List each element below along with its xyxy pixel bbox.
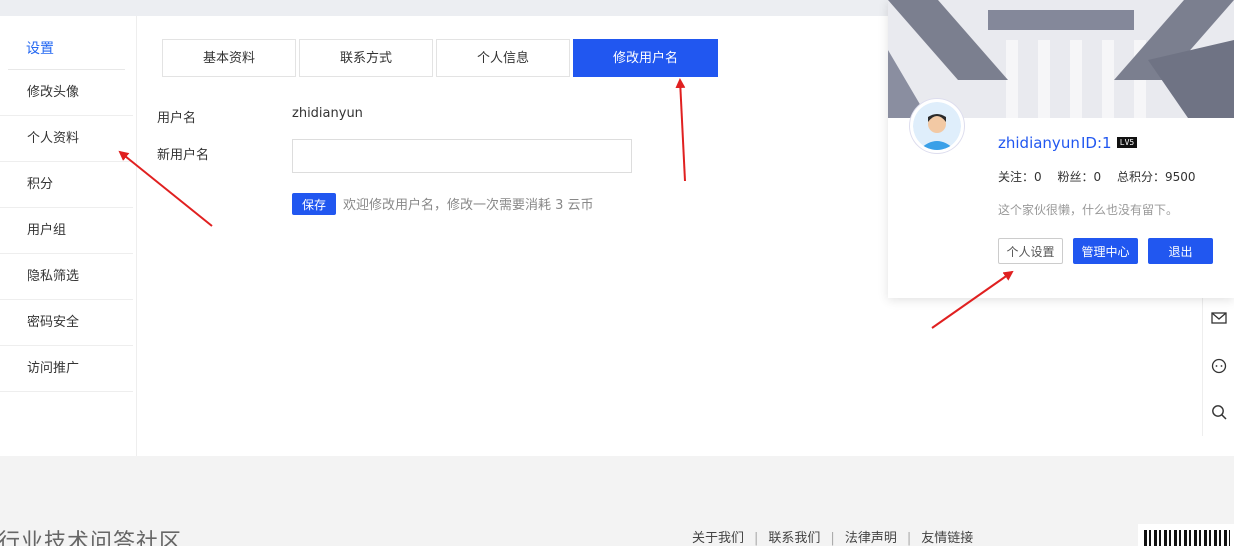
tab-change-username[interactable]: 修改用户名 <box>573 39 718 77</box>
new-username-input[interactable] <box>292 139 632 173</box>
sidebar-item-avatar[interactable]: 修改头像 <box>0 70 133 116</box>
footer-link-contact[interactable]: 联系我们 <box>768 531 820 546</box>
search-icon[interactable] <box>1203 392 1234 432</box>
footer-link-about[interactable]: 关于我们 <box>692 531 744 546</box>
sidebar-item-profile[interactable]: 个人资料 <box>0 116 133 162</box>
profile-stats: 关注：0 粉丝：0 总积分：9500 <box>998 168 1207 185</box>
divider: | <box>830 531 835 546</box>
current-username: zhidianyun <box>292 106 363 121</box>
chat-icon[interactable] <box>1203 346 1234 386</box>
sidebar-title: 设置 <box>26 41 54 57</box>
profile-popover: zhidianyun ID:1 LV5 关注：0 粉丝：0 总积分：9500 这… <box>888 0 1234 298</box>
mail-icon[interactable] <box>1203 298 1234 338</box>
admin-center-button[interactable]: 管理中心 <box>1073 238 1138 264</box>
profile-id: ID:1 <box>1081 134 1112 152</box>
follow-count[interactable]: 关注：0 <box>998 170 1042 184</box>
tab-contact[interactable]: 联系方式 <box>299 39 433 77</box>
sidebar-item-password[interactable]: 密码安全 <box>0 300 133 346</box>
save-button[interactable]: 保存 <box>292 193 336 215</box>
footer-link-legal[interactable]: 法律声明 <box>845 531 897 546</box>
sidebar-menu: 修改头像 个人资料 积分 用户组 隐私筛选 密码安全 访问推广 <box>0 70 133 392</box>
settings-sidebar: 设置 修改头像 个人资料 积分 用户组 隐私筛选 密码安全 访问推广 <box>0 16 137 456</box>
footer-links: 关于我们 | 联系我们 | 法律声明 | 友情链接 <box>692 527 973 546</box>
username-label: 用户名 <box>157 111 197 126</box>
sidebar-item-usergroup[interactable]: 用户组 <box>0 208 133 254</box>
sidebar-item-promotion[interactable]: 访问推广 <box>0 346 133 392</box>
total-points: 总积分：9500 <box>1116 170 1196 184</box>
hint-text: 欢迎修改用户名，修改一次需要消耗 3 云币 <box>343 198 594 213</box>
fans-count[interactable]: 粉丝：0 <box>1057 170 1101 184</box>
tab-personal-info[interactable]: 个人信息 <box>436 39 570 77</box>
personal-settings-button[interactable]: 个人设置 <box>998 238 1063 264</box>
footer-link-friends[interactable]: 友情链接 <box>921 531 973 546</box>
new-username-label: 新用户名 <box>157 148 210 163</box>
level-badge: LV5 <box>1117 137 1137 148</box>
divider: | <box>906 531 912 546</box>
sidebar-item-points[interactable]: 积分 <box>0 162 133 208</box>
tab-basic-info[interactable]: 基本资料 <box>162 39 296 77</box>
sidebar-item-privacy[interactable]: 隐私筛选 <box>0 254 133 300</box>
profile-username[interactable]: zhidianyun <box>998 134 1080 152</box>
avatar[interactable] <box>910 99 964 153</box>
side-toolbar <box>1202 296 1234 436</box>
qr-pattern <box>1144 530 1230 546</box>
qr-code <box>1138 524 1234 546</box>
logout-button[interactable]: 退出 <box>1148 238 1213 264</box>
footer-title: 行业技术问答社区 <box>0 530 183 546</box>
profile-bio: 这个家伙很懒，什么也没有留下。 <box>998 203 1179 217</box>
divider: | <box>754 531 759 546</box>
